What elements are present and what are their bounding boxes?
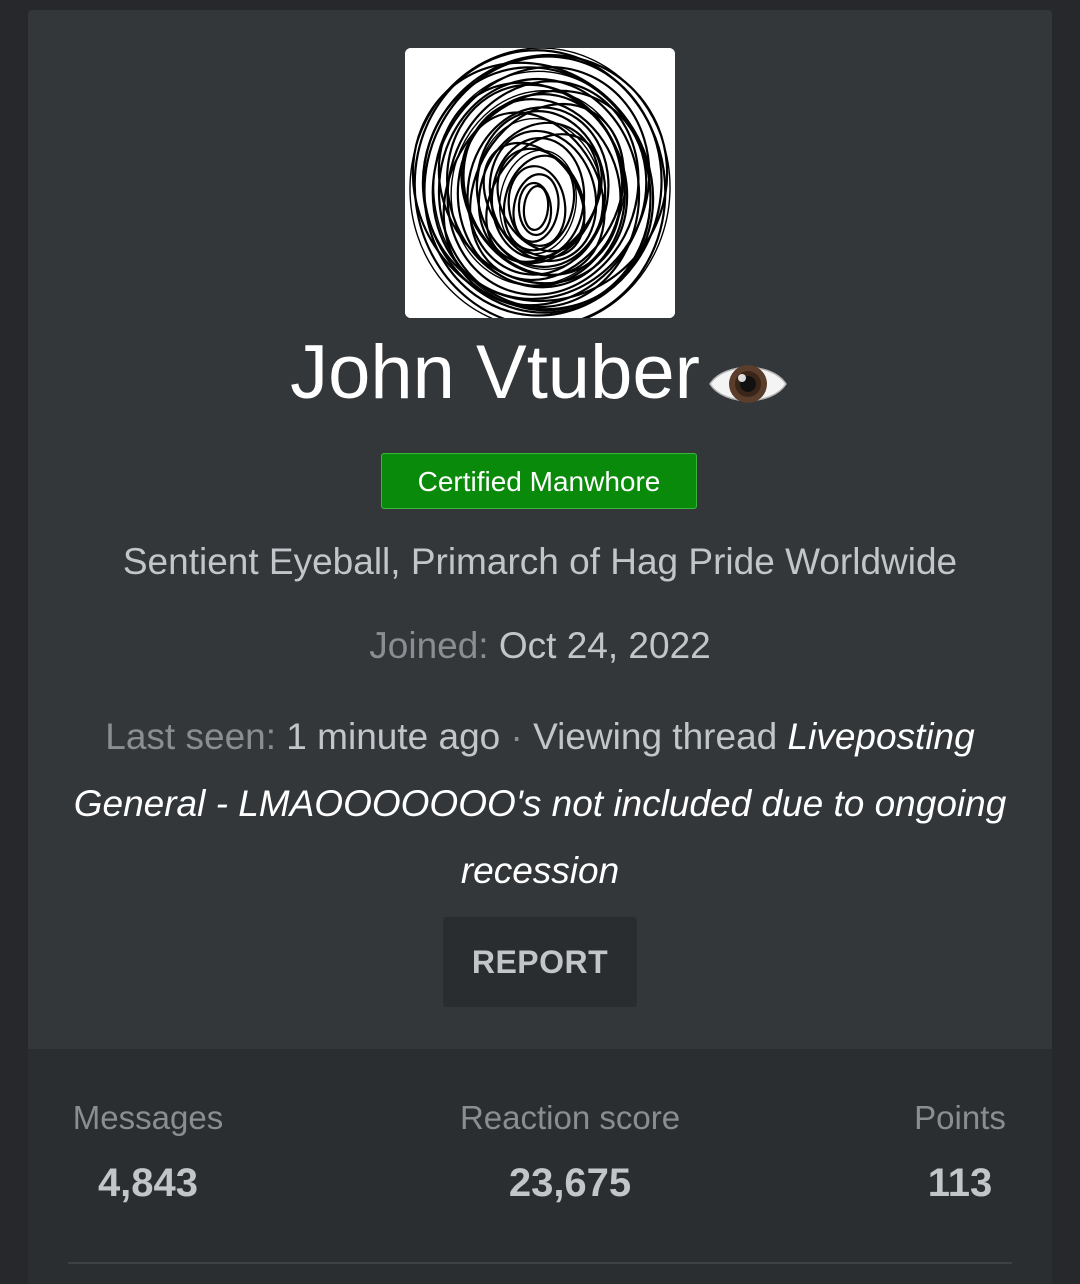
profile-card: John Vtuber Certified Manwhore Sentient …	[28, 10, 1052, 1284]
report-button[interactable]: REPORT	[443, 917, 637, 1007]
avatar-scribble-image	[405, 48, 675, 318]
stat-label: Reaction score	[459, 1099, 681, 1136]
user-title: Sentient Eyeball, Primarch of Hag Pride …	[122, 541, 958, 582]
stat-value: 23,675	[508, 1161, 632, 1205]
joined-info: Joined: Oct 24, 2022	[28, 622, 1052, 670]
stat-value: 4,843	[97, 1161, 199, 1205]
last-seen-info: Last seen: 1 minute ago · Viewing thread…	[68, 703, 1012, 904]
stat-points[interactable]: Points 113	[902, 1095, 1018, 1213]
username-heading: John Vtuber	[28, 328, 1052, 418]
activity-separator: ·	[500, 716, 534, 757]
stat-label: Messages	[72, 1099, 224, 1136]
stats-section: Messages 4,843 Reaction score 23,675 Poi…	[28, 1049, 1052, 1284]
joined-label: Joined:	[369, 625, 489, 666]
last-seen-time[interactable]: 1 minute ago	[286, 716, 500, 757]
stat-value: 113	[927, 1161, 993, 1205]
last-seen-label: Last seen:	[105, 716, 277, 757]
stat-messages[interactable]: Messages 4,843	[68, 1095, 228, 1213]
eye-icon	[706, 344, 790, 404]
avatar[interactable]	[405, 48, 675, 318]
stat-reaction-score[interactable]: Reaction score 23,675	[445, 1095, 695, 1213]
activity-text: Viewing thread	[533, 716, 778, 757]
user-banner: Certified Manwhore	[381, 453, 697, 509]
divider	[68, 1262, 1012, 1264]
stat-label: Points	[914, 1099, 1006, 1136]
joined-date[interactable]: Oct 24, 2022	[499, 625, 711, 666]
username-text: John Vtuber	[290, 330, 700, 415]
